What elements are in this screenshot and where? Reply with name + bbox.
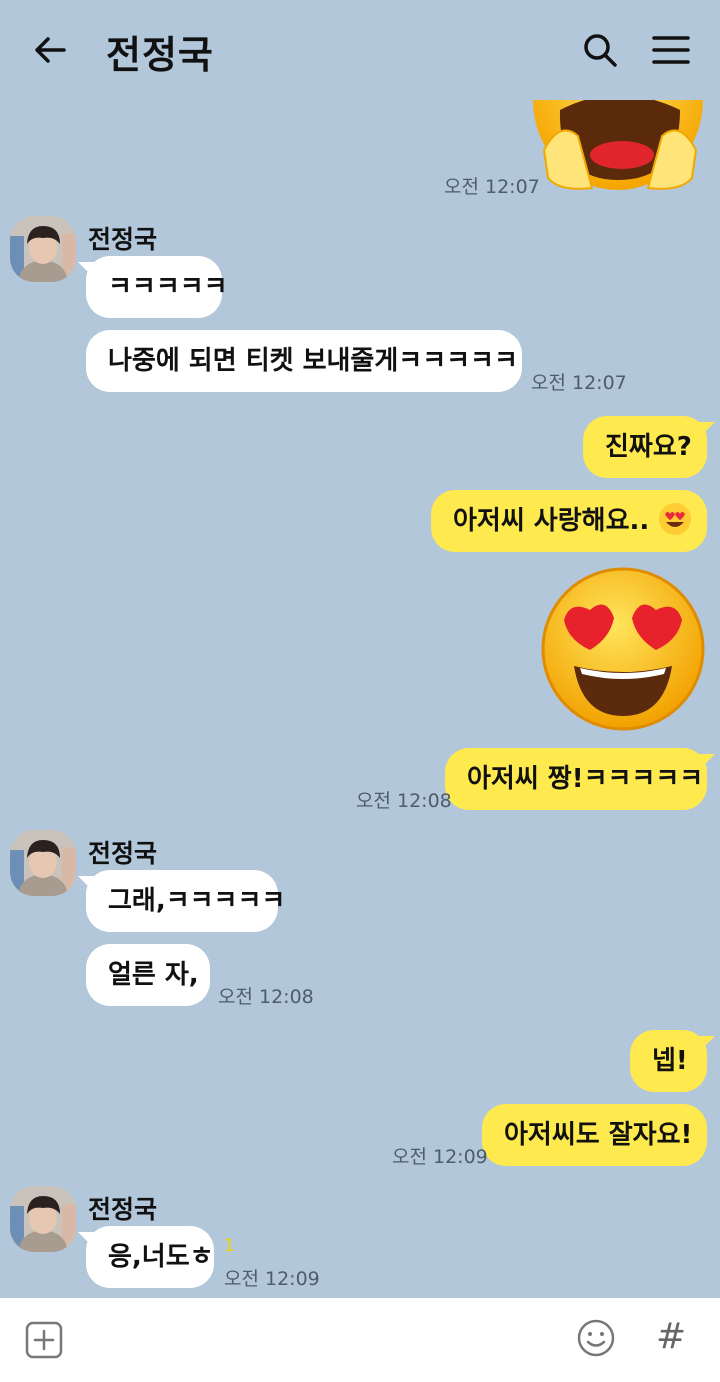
message-bubble-outgoing[interactable]: 넵!	[630, 1030, 715, 1092]
timestamp: 오전 12:08	[218, 986, 314, 1008]
back-arrow-icon[interactable]	[30, 30, 70, 70]
search-icon[interactable]	[580, 30, 620, 70]
heart-eyes-emoji-icon	[659, 503, 692, 535]
heart-eyes-emoji-sticker[interactable]	[540, 566, 706, 732]
message-bubble-outgoing[interactable]: 아저씨 짱!ㅋㅋㅋㅋㅋ	[445, 748, 715, 810]
hash-search-button[interactable]: #	[656, 1316, 686, 1357]
unread-count: 1	[224, 1236, 235, 1256]
profile-photo	[10, 830, 76, 896]
avatar[interactable]	[10, 1186, 76, 1252]
timestamp: 오전 12:08	[356, 790, 452, 812]
sender-name: 전정국	[88, 839, 158, 868]
chat-header: 전정국	[0, 0, 720, 100]
chat-title: 전정국	[106, 33, 214, 77]
menu-icon[interactable]	[650, 30, 692, 70]
profile-photo	[10, 1186, 76, 1252]
message-bubble-incoming[interactable]: 그래,ㅋㅋㅋㅋㅋ	[78, 870, 285, 932]
message-text: 아저씨 사랑해요..	[453, 506, 650, 536]
avatar[interactable]	[10, 216, 76, 282]
message-bubble-outgoing[interactable]: 아저씨도 잘자요!	[482, 1104, 707, 1166]
timestamp: 오전 12:09	[224, 1268, 320, 1290]
timestamp: 오전 12:07	[444, 176, 540, 198]
message-bubble-incoming[interactable]: 얼른 자,	[86, 944, 210, 1006]
message-bubble-incoming[interactable]: 응,너도ㅎ	[78, 1226, 214, 1288]
message-bubble-outgoing[interactable]: 진짜요?	[583, 416, 715, 478]
message-bubble-incoming[interactable]: 나중에 되면 티켓 보내줄게ㅋㅋㅋㅋㅋ	[86, 330, 522, 392]
timestamp: 오전 12:07	[531, 372, 627, 394]
avatar[interactable]	[10, 830, 76, 896]
emoji-icon[interactable]	[576, 1318, 616, 1358]
plus-icon[interactable]	[24, 1320, 64, 1360]
message-input-bar[interactable]: #	[0, 1298, 720, 1382]
sender-name: 전정국	[88, 225, 158, 254]
timestamp: 오전 12:09	[392, 1146, 488, 1168]
sender-name: 전정국	[88, 1195, 158, 1224]
message-bubble-incoming[interactable]: ㅋㅋㅋㅋㅋ	[78, 256, 228, 318]
message-bubble-outgoing[interactable]: 아저씨 사랑해요..	[431, 490, 707, 552]
profile-photo	[10, 216, 76, 282]
